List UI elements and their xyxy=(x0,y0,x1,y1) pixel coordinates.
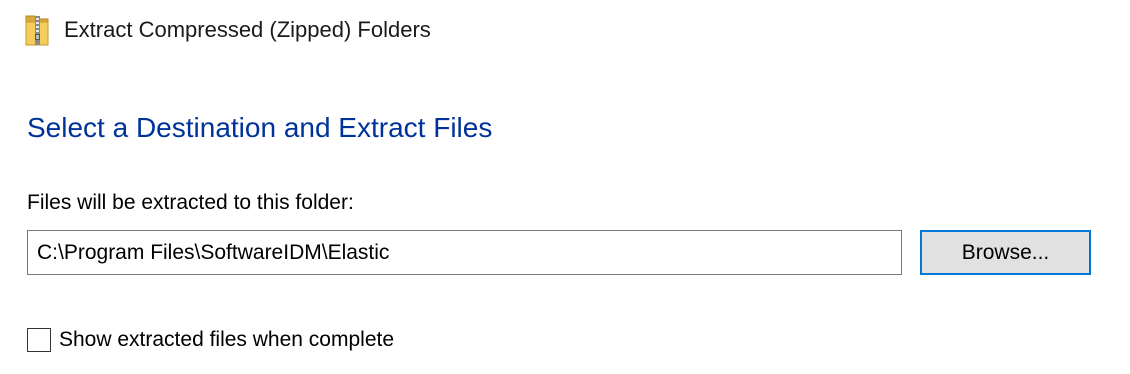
page-heading: Select a Destination and Extract Files xyxy=(27,112,493,143)
browse-button-label: Browse... xyxy=(961,240,1050,264)
show-files-option[interactable]: Show extracted files when complete xyxy=(27,326,394,354)
zip-folder-icon xyxy=(24,13,50,47)
show-files-checkbox[interactable] xyxy=(27,328,51,352)
destination-label: Files will be extracted to this folder: xyxy=(27,191,354,214)
extract-dialog: Extract Compressed (Zipped) Folders Sele… xyxy=(0,0,1130,374)
destination-path-input[interactable] xyxy=(27,230,902,275)
browse-button[interactable]: Browse... xyxy=(920,230,1091,275)
window-title: Extract Compressed (Zipped) Folders xyxy=(64,17,431,42)
title-bar: Extract Compressed (Zipped) Folders xyxy=(24,12,431,48)
show-files-label[interactable]: Show extracted files when complete xyxy=(59,328,394,352)
